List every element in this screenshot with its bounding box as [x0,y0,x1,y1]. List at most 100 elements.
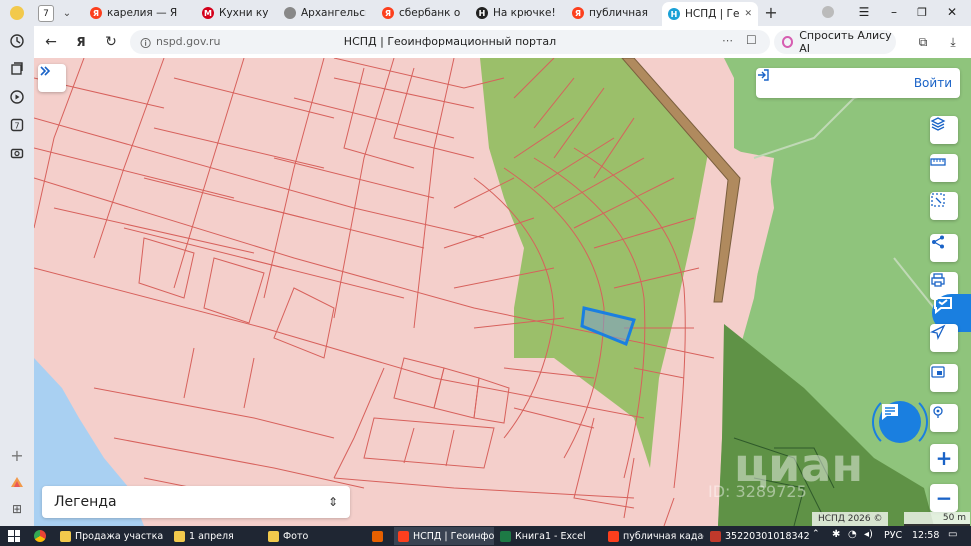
taskbar-item[interactable] [368,527,390,545]
volume-icon[interactable]: ◂) [864,529,873,540]
browser-side-rail: 7 + ⊞ [0,26,34,526]
taskbar-app-icon [174,530,185,542]
taskbar-item[interactable]: Продажа участка [56,527,166,545]
account-icon[interactable] [822,6,834,18]
chrome-icon[interactable] [34,530,46,542]
legend-panel[interactable]: Легенда ⇕ [42,486,350,518]
area-select-button[interactable] [930,192,958,220]
browser-tab[interactable]: Ясбербанк онла [376,3,466,23]
tab-title: Кухни купить в [219,7,268,19]
minimize-icon[interactable]: – [886,4,902,20]
zoom-in-button[interactable]: + [930,444,958,472]
locate-button[interactable] [930,404,958,432]
url-field[interactable]: 🛈 nspd.gov.ru НСПД | Геоинформационный п… [130,30,770,54]
ask-alisa-button[interactable]: Спросить Алису AI [774,29,896,55]
download-icon[interactable]: ⤓ [944,33,962,51]
login-icon [758,69,769,81]
clock[interactable]: 12:58 [912,530,939,541]
start-button[interactable] [8,530,20,542]
taskbar-app-icon [60,530,71,542]
reader-mode-icon[interactable]: ⋯ [722,34,733,47]
sidebar-grid-icon[interactable]: ⊞ [8,500,26,518]
scale-bar: 50 m [904,512,970,526]
layers-button[interactable] [930,116,958,144]
minimap-button[interactable] [930,364,958,392]
tab-title: НСПД | Геои [685,8,740,20]
profile-avatar[interactable] [10,6,24,20]
network-icon[interactable]: ◔ [848,529,857,540]
new-tab-button[interactable]: + [762,3,780,22]
tab-favicon-icon: Я [90,7,102,19]
tray-chevron-icon[interactable]: ⌃ [812,529,820,539]
cadastral-map[interactable]: циан ID: 3289725 Войти + − Легенда ⇕ НСП… [34,58,971,526]
tab-title: карелия — Янд [107,7,178,19]
watermark-id: ID: 3289725 [708,482,807,501]
tab-favicon-icon: Я [572,7,584,19]
taskbar-app-icon [500,530,511,542]
tab-close-icon[interactable]: ✕ [744,9,752,19]
address-bar: ← Я ↻ 🛈 nspd.gov.ru НСПД | Геоинформацио… [34,26,971,58]
tab-favicon-icon: Н [668,8,680,20]
menu-icon[interactable]: ☰ [856,4,872,20]
share-button[interactable] [930,234,958,262]
maximize-icon[interactable]: ❐ [914,4,930,20]
page-title: НСПД | Геоинформационный портал [343,35,557,48]
tab-favicon-icon: M [202,7,214,19]
chevron-down-icon[interactable]: ⌄ [58,4,76,22]
close-icon[interactable]: ✕ [944,4,960,20]
yandex-icon[interactable]: Я [72,33,90,51]
taskbar-item[interactable]: публичная кадаст... [604,527,704,545]
extensions-icon[interactable]: ⧉ [914,33,932,51]
ruler-button[interactable] [930,154,958,182]
collections-icon[interactable] [8,60,26,78]
login-button[interactable]: Войти [756,68,960,98]
browser-tab[interactable]: Н На крючке! (ф [470,3,562,23]
browser-tab[interactable]: Япубличная кад [566,3,658,23]
reload-icon[interactable]: ↻ [102,33,120,51]
browser-tab-bar: 7 ⌄ Якарелия — Янд M Кухни купить в Арханге… [0,0,971,26]
tab-title: На крючке! (ф [493,7,556,19]
tab-favicon-icon: Н [476,7,488,19]
play-icon[interactable] [8,88,26,106]
browser-tab[interactable]: Якарелия — Янд [84,3,184,23]
taskbar-item-label: публичная кадаст... [623,530,704,542]
navigate-button[interactable] [930,324,958,352]
bookmark-icon[interactable]: ☐ [746,33,757,47]
taskbar-app-icon [372,530,383,542]
taskbar-app-icon [710,530,721,542]
language-indicator[interactable]: РУС [884,530,902,541]
chat-button[interactable] [879,401,921,443]
taskbar-item-label: Продажа участка [75,530,164,542]
browser-tab[interactable]: M Кухни купить в [196,3,274,23]
tab-favicon-icon [284,7,296,19]
history-icon[interactable] [8,32,26,50]
zoom-out-button[interactable]: − [930,484,958,512]
taskbar-item[interactable]: Фото [264,527,364,545]
expand-panel-button[interactable] [38,64,66,92]
taskbar-item-label: Фото [283,530,309,542]
taskbar-item-label: 1 апреля [189,530,234,542]
alisa-icon[interactable] [8,474,26,492]
notification-icon[interactable]: ▭ [948,529,957,540]
chevron-updown-icon[interactable]: ⇕ [328,495,338,509]
taskbar-item[interactable]: 352203010183425.p... [706,527,810,545]
svg-text:7: 7 [14,122,19,131]
back-icon[interactable]: ← [42,33,60,51]
attribution-text: НСПД 2026 © [818,514,883,524]
tab-counter[interactable]: 7 [38,5,54,22]
tabs-counter-icon[interactable]: 7 [8,116,26,134]
taskbar-app-icon [268,530,279,542]
tab-favicon-icon: Я [382,7,394,19]
chat-bubble-icon [934,297,952,315]
taskbar-item[interactable]: Книга1 - Excel [496,527,602,545]
camera-icon[interactable] [8,144,26,162]
browser-tab[interactable]: Н НСПД | Геои ✕ [662,2,758,26]
legend-label: Легенда [54,494,117,510]
add-panel-icon[interactable]: + [8,446,26,465]
taskbar-app-icon [398,530,409,542]
bluetooth-icon[interactable]: ✱ [832,529,840,540]
browser-tab[interactable]: Архангельск: с [278,3,372,23]
tab-title: сбербанк онла [399,7,460,19]
taskbar-item[interactable]: НСПД | Геоинфор... [394,527,494,545]
taskbar-item[interactable]: 1 апреля [170,527,260,545]
